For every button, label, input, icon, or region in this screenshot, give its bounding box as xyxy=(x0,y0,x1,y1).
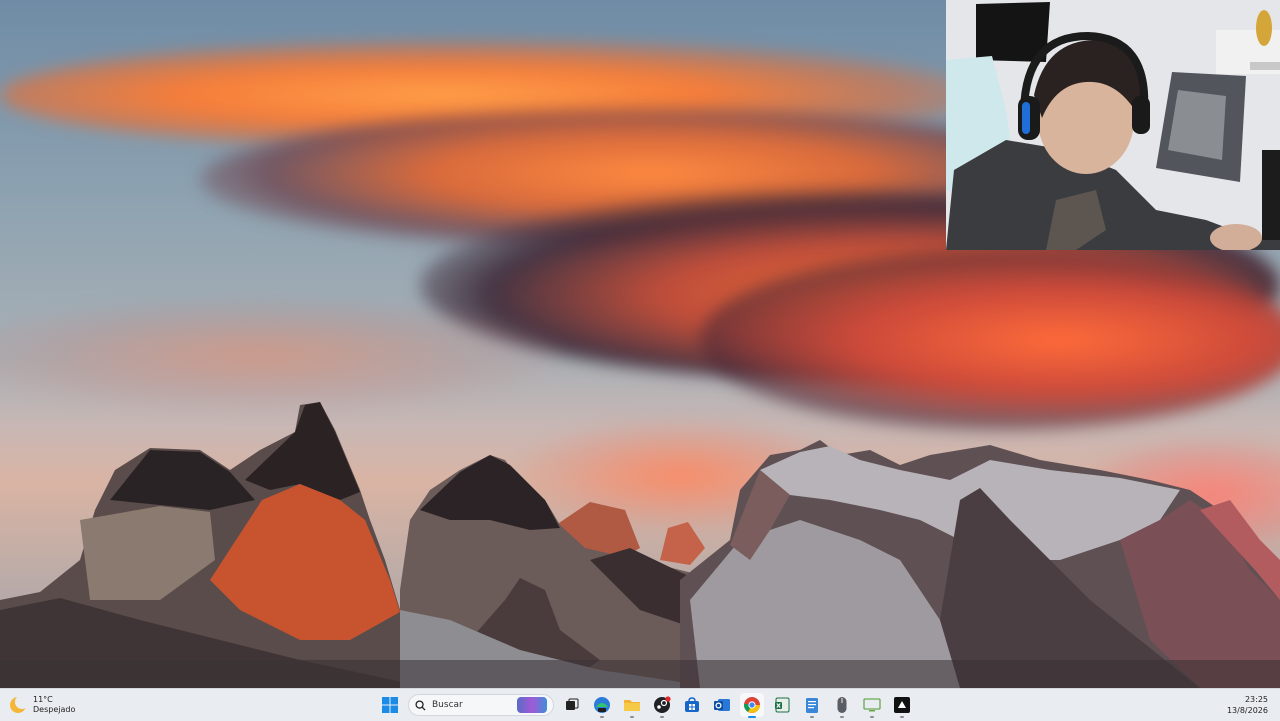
taskbar: 11°C Despejado Buscar 23:25 13/8/2026 xyxy=(0,688,1280,721)
game-icon xyxy=(894,697,910,713)
steam-icon xyxy=(654,696,671,713)
weather-widget[interactable]: 11°C Despejado xyxy=(10,692,75,718)
running-indicator xyxy=(600,716,604,718)
notepad-button[interactable] xyxy=(800,693,824,718)
spreadsheet-icon xyxy=(775,697,790,713)
search-box[interactable]: Buscar xyxy=(408,694,554,716)
moon-icon xyxy=(10,695,29,713)
ms-store-button[interactable] xyxy=(680,693,704,717)
store-icon xyxy=(594,697,610,713)
running-indicator xyxy=(870,716,874,718)
chrome-button[interactable] xyxy=(740,693,764,718)
system-clock[interactable]: 23:25 13/8/2026 xyxy=(1227,694,1268,716)
clock-date: 13/8/2026 xyxy=(1226,706,1268,715)
running-indicator xyxy=(840,716,844,718)
notepad-icon xyxy=(806,698,818,713)
task-view-icon xyxy=(566,698,579,710)
webcam-feed xyxy=(946,0,1280,250)
search-placeholder: Buscar xyxy=(432,700,463,710)
running-indicator xyxy=(660,716,664,718)
outlook-button[interactable] xyxy=(710,693,734,717)
running-indicator xyxy=(630,716,634,718)
start-button[interactable] xyxy=(378,693,402,717)
clock-time: 23:25 xyxy=(1244,695,1268,704)
monitor-app-button[interactable] xyxy=(860,693,884,718)
folder-icon xyxy=(624,700,640,711)
monitor-icon xyxy=(863,698,881,712)
chrome-icon xyxy=(743,697,760,713)
bag-icon xyxy=(685,697,699,712)
search-icon xyxy=(415,699,426,711)
game-app-button[interactable] xyxy=(890,693,914,718)
file-explorer-button[interactable] xyxy=(620,693,644,718)
store-app-button[interactable] xyxy=(590,693,614,718)
mouse-icon xyxy=(837,697,847,713)
steam-button[interactable] xyxy=(650,693,674,718)
weather-text: 11°C Despejado xyxy=(33,695,75,715)
outlook-icon xyxy=(714,699,730,711)
windows-logo-icon xyxy=(382,697,398,713)
weather-temperature: 11°C xyxy=(33,695,53,704)
task-view-button[interactable] xyxy=(560,693,584,717)
excel-button[interactable] xyxy=(770,693,794,717)
mouse-app-button[interactable] xyxy=(830,693,854,718)
running-indicator xyxy=(748,716,756,718)
search-highlight-icon xyxy=(517,697,547,713)
webcam-overlay xyxy=(946,0,1280,250)
taskbar-center: Buscar xyxy=(378,689,914,721)
weather-condition: Despejado xyxy=(33,705,76,714)
running-indicator xyxy=(900,716,904,718)
running-indicator xyxy=(810,716,814,718)
